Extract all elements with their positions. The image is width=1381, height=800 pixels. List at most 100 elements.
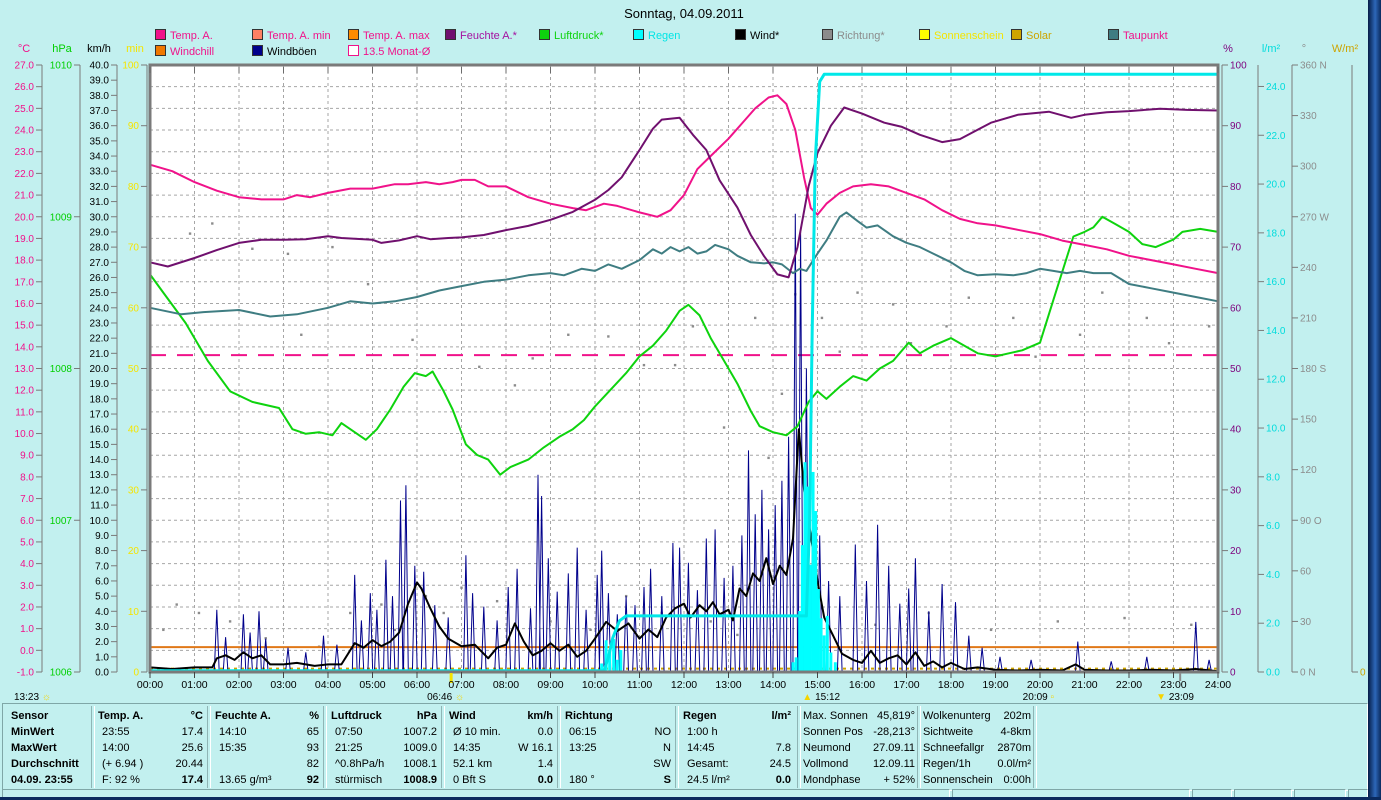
axis-label-tempC: 13.0 bbox=[15, 364, 35, 375]
axis-label-tempC: 7.0 bbox=[20, 494, 34, 505]
sunset-icon: ▫ bbox=[1050, 692, 1055, 703]
series-richtung-dot bbox=[228, 620, 232, 623]
axis-label-windspeed: 5.0 bbox=[95, 592, 109, 603]
x-axis-label: 06:00 bbox=[404, 679, 430, 691]
series-richtung-dot bbox=[1207, 325, 1211, 328]
axis-label-tempC: 4.0 bbox=[20, 559, 34, 570]
axis-label-rain: 18.0 bbox=[1266, 228, 1286, 239]
info-value: -28,213° bbox=[873, 726, 915, 738]
series-richtung-dot bbox=[780, 392, 784, 395]
axis-unit-humidity: % bbox=[1223, 43, 1233, 55]
axis-label-rain: 20.0 bbox=[1266, 180, 1286, 191]
moonrise-time: 15:12 bbox=[815, 692, 841, 703]
table-cell-value: 1008.9 bbox=[403, 774, 437, 786]
series-richtung-dot bbox=[736, 633, 739, 637]
table-column-separator bbox=[91, 706, 95, 788]
table-column-separator bbox=[207, 706, 211, 788]
x-axis-label: 05:00 bbox=[359, 679, 385, 691]
series-richtung-dot bbox=[442, 611, 445, 615]
info-value: 202m bbox=[1003, 710, 1031, 722]
axis-label-sunshine: 0 bbox=[133, 668, 139, 679]
series-richtung-dot bbox=[478, 365, 481, 369]
axis-label-tempC: 25.0 bbox=[15, 104, 35, 115]
x-axis-label: 02:00 bbox=[226, 679, 252, 691]
table-cell-value: 1007.2 bbox=[403, 726, 437, 738]
axis-label-windspeed: 8.0 bbox=[95, 546, 109, 557]
axis-label-windspeed: 19.0 bbox=[90, 379, 110, 390]
x-axis-label: 07:00 bbox=[448, 679, 474, 691]
axis-label-direction: 30 bbox=[1300, 617, 1312, 628]
table-cell-value: 82 bbox=[306, 758, 319, 770]
axis-label-humidity: 70 bbox=[1230, 243, 1242, 254]
series-richtung-dot bbox=[531, 357, 534, 360]
table-cell-value: 0.0 bbox=[537, 774, 553, 786]
axis-label-windspeed: 40.0 bbox=[90, 61, 110, 72]
axis-label-tempC: -1.0 bbox=[17, 668, 35, 679]
series-richtung-dot bbox=[838, 350, 841, 353]
series-regen-rate-bar bbox=[791, 662, 795, 671]
axis-label-tempC: 27.0 bbox=[15, 61, 35, 72]
series-richtung-dot bbox=[1034, 355, 1037, 358]
axis-label-rain: 12.0 bbox=[1266, 375, 1286, 386]
axis-label-humidity: 20 bbox=[1230, 546, 1242, 557]
axis-label-humidity: 80 bbox=[1230, 182, 1242, 193]
table-cell-value: 17.4 bbox=[181, 726, 203, 738]
series-regen-rate-bar bbox=[798, 611, 802, 671]
axis-label-windspeed: 20.0 bbox=[90, 364, 110, 375]
axis-label-windspeed: 37.0 bbox=[90, 106, 110, 117]
axis-label-tempC: 24.0 bbox=[15, 126, 35, 137]
axis-label-direction: 180 S bbox=[1300, 364, 1326, 375]
axis-label-rain: 8.0 bbox=[1266, 472, 1280, 483]
table-cell-value: 7.8 bbox=[775, 742, 791, 754]
axis-label-rain: 0.0 bbox=[1266, 668, 1280, 679]
table-col-unit: °C bbox=[190, 710, 203, 722]
axis-label-windspeed: 17.0 bbox=[90, 410, 110, 421]
series-richtung-dot bbox=[211, 222, 214, 225]
axis-label-pressure: 1008 bbox=[50, 364, 73, 375]
x-axis-label: 03:00 bbox=[270, 679, 296, 691]
table-col-unit: % bbox=[309, 710, 319, 722]
axis-label-windspeed: 14.0 bbox=[90, 455, 110, 466]
axis-label-windspeed: 30.0 bbox=[90, 212, 110, 223]
axis-label-tempC: 19.0 bbox=[15, 234, 35, 245]
axis-label-windspeed: 3.0 bbox=[95, 622, 109, 633]
moonset-time: 23:09 bbox=[1168, 692, 1194, 703]
axis-unit-solar: W/m² bbox=[1332, 43, 1359, 55]
series-regen-rate-bar bbox=[803, 462, 807, 671]
axis-label-humidity: 0 bbox=[1230, 668, 1236, 679]
series-richtung-dot bbox=[251, 247, 254, 250]
series-richtung-dot bbox=[1190, 623, 1193, 626]
x-axis-label: 21:00 bbox=[1071, 679, 1097, 691]
axis-label-sunshine: 10 bbox=[128, 607, 140, 618]
series-richtung-dot bbox=[967, 296, 970, 299]
axis-label-tempC: 9.0 bbox=[20, 451, 34, 462]
axis-label-tempC: 10.0 bbox=[15, 429, 35, 440]
series-richtung-dot bbox=[567, 333, 570, 336]
series-richtung-dot bbox=[1123, 616, 1126, 620]
axis-label-tempC: 18.0 bbox=[15, 256, 35, 267]
axis-label-windspeed: 12.0 bbox=[90, 485, 110, 496]
axis-label-rain: 16.0 bbox=[1266, 277, 1286, 288]
series-regen-rate-bar bbox=[800, 545, 804, 671]
series-richtung-dot bbox=[286, 252, 290, 256]
weather-chart: °C 27.0 26.0 25.0 24.0 23.0 22.0 21.0 20.0 19.0 18… bbox=[15, 43, 1366, 691]
axis-label-direction: 300 bbox=[1300, 162, 1317, 173]
series-richtung-dot bbox=[642, 363, 646, 367]
sunrise-icon: ☼ bbox=[454, 692, 465, 703]
x-axis-label: 15:00 bbox=[804, 679, 830, 691]
marker-moonrise: ▲ 15:12 bbox=[802, 692, 840, 703]
x-axis-label: 10:00 bbox=[582, 679, 608, 691]
axis-label-direction: 270 W bbox=[1300, 212, 1329, 223]
axis-unit-windspeed: km/h bbox=[87, 43, 111, 55]
series-richtung-dot bbox=[460, 586, 463, 589]
marker-day-length: 13:23 ☼ bbox=[14, 692, 51, 703]
axis-label-windspeed: 32.0 bbox=[90, 182, 110, 193]
series-richtung-dot bbox=[331, 245, 334, 249]
info-value: 0:00h bbox=[1003, 774, 1031, 786]
x-axis-label: 24:00 bbox=[1205, 679, 1231, 691]
table-cell-value: 92 bbox=[306, 774, 319, 786]
series-regen-rate-bar bbox=[833, 662, 837, 671]
axis-label-humidity: 50 bbox=[1230, 364, 1242, 375]
series-richtung-dot bbox=[300, 333, 303, 336]
axis-label-tempC: 1.0 bbox=[20, 624, 34, 635]
